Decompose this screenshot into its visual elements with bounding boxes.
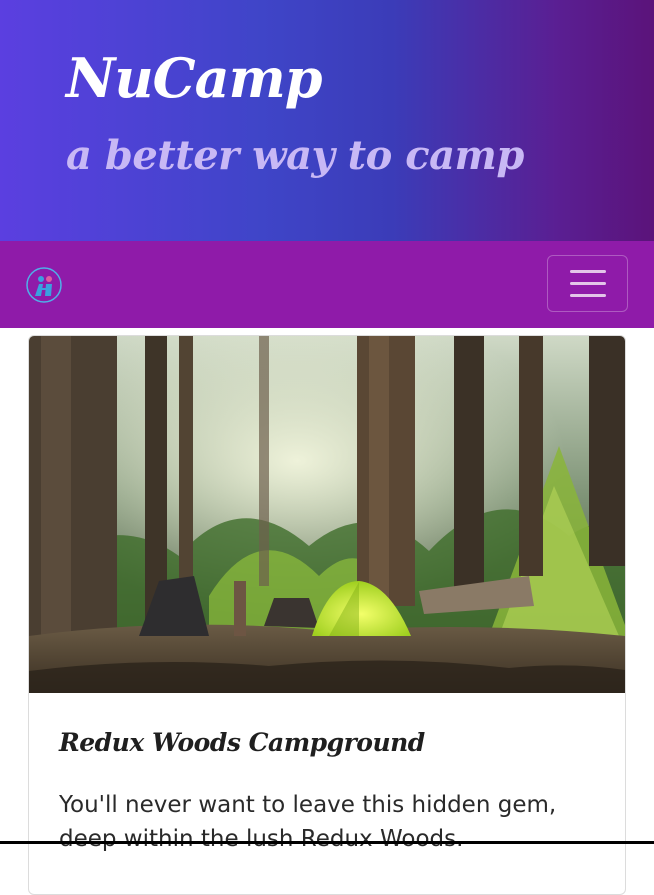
card-title: Redux Woods Campground [59,728,425,757]
campsite-card[interactable]: Redux Woods Campground You'll never want… [28,335,626,895]
hamburger-menu-icon [570,270,606,298]
card-text: You'll never want to leave this hidden g… [59,792,557,852]
navbar [0,241,654,328]
jumbotron-header: NuCamp a better way to camp [0,0,654,241]
campsite-image [29,336,625,693]
navbar-toggler-button[interactable] [547,255,628,312]
nucamp-logo-icon[interactable] [26,267,62,303]
site-subtitle: a better way to camp [66,132,524,179]
site-title: NuCamp [66,46,322,110]
